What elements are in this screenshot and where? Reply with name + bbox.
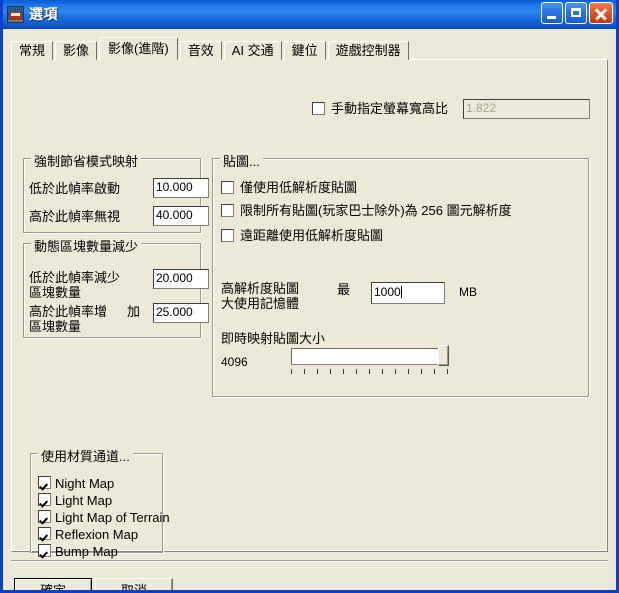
distant-low-res-textures-checkbox[interactable] bbox=[221, 229, 234, 242]
tab-general[interactable]: 常規 bbox=[11, 41, 54, 60]
hires-texture-memory-input[interactable]: 1000 bbox=[371, 282, 445, 304]
dynamic-blocks-low-label-line2: 區塊數量 bbox=[29, 285, 82, 300]
hires-texture-memory-mid-label: 最 bbox=[337, 282, 351, 297]
tab-gamepad[interactable]: 遊戲控制器 bbox=[327, 41, 409, 60]
bump-map-label: Bump Map bbox=[55, 544, 118, 559]
slider-ticks bbox=[291, 369, 449, 374]
tab-keys[interactable]: 鍵位 bbox=[283, 41, 326, 60]
cancel-button[interactable]: 取消 bbox=[95, 578, 173, 590]
aspect-ratio-input[interactable]: 1.822 bbox=[463, 99, 590, 119]
bump-map-checkbox[interactable] bbox=[38, 544, 51, 557]
hires-texture-memory-unit: MB bbox=[459, 285, 477, 299]
window-controls bbox=[541, 2, 613, 24]
tab-video-advanced[interactable]: 影像(進階) bbox=[99, 37, 178, 60]
power-saving-high-input[interactable]: 40.000 bbox=[153, 206, 209, 226]
footer-separator bbox=[11, 560, 608, 562]
dynamic-blocks-high-label-line1: 高於此幀率增 bbox=[29, 304, 108, 319]
manual-aspect-ratio-label: 手動指定螢幕寬高比 bbox=[331, 101, 449, 116]
slider-thumb[interactable] bbox=[438, 345, 449, 366]
dynamic-blocks-high-input[interactable]: 25.000 bbox=[153, 303, 209, 323]
night-map-checkbox[interactable] bbox=[38, 476, 51, 489]
window-title: 選項 bbox=[29, 6, 58, 22]
reflexion-map-label: Reflexion Map bbox=[55, 527, 139, 542]
material-channels-group-title: 使用材質通道... bbox=[38, 446, 133, 465]
power-saving-low-label: 低於此幀率啟動 bbox=[29, 181, 121, 196]
tab-video[interactable]: 影像 bbox=[55, 41, 98, 60]
manual-aspect-ratio-checkbox[interactable] bbox=[312, 102, 325, 115]
text-caret bbox=[400, 286, 402, 298]
power-saving-high-label: 高於此幀率無視 bbox=[29, 209, 121, 224]
night-map-label: Night Map bbox=[55, 476, 115, 491]
limit-textures-256-label: 限制所有貼圖(玩家巴士除外)為 256 圖元解析度 bbox=[240, 203, 512, 218]
low-res-textures-only-label: 僅使用低解析度貼圖 bbox=[240, 180, 358, 195]
maximize-button[interactable] bbox=[565, 2, 587, 24]
distant-low-res-textures-label: 遠距離使用低解析度貼圖 bbox=[240, 228, 384, 243]
bus-icon bbox=[7, 5, 24, 23]
minimize-button[interactable] bbox=[541, 2, 563, 24]
power-saving-low-input[interactable]: 10.000 bbox=[153, 178, 209, 198]
dynamic-blocks-high-mid-label: 加 bbox=[127, 304, 141, 319]
dialog-client-area: 常規 影像 影像(進階) 音效 AI 交通 鍵位 遊戲控制器 手動指定螢幕寬高比… bbox=[3, 29, 616, 590]
realtime-map-size-slider[interactable] bbox=[291, 345, 449, 375]
ok-button[interactable]: 確定 bbox=[14, 578, 92, 590]
title-bar[interactable]: 選項 bbox=[3, 0, 616, 29]
dynamic-blocks-high-label-line2: 區塊數量 bbox=[29, 319, 82, 334]
tab-audio[interactable]: 音效 bbox=[179, 41, 222, 60]
slider-track[interactable] bbox=[291, 348, 449, 365]
power-saving-group-title: 強制節省模式映射 bbox=[31, 151, 142, 170]
hires-texture-memory-label-line1: 高解析度貼圖 bbox=[221, 281, 300, 296]
light-map-checkbox[interactable] bbox=[38, 493, 51, 506]
limit-textures-256-checkbox[interactable] bbox=[221, 204, 234, 217]
hires-texture-memory-value: 1000 bbox=[374, 285, 401, 299]
hires-texture-memory-label-line2: 大使用記憶體 bbox=[221, 296, 300, 311]
light-map-of-terrain-label: Light Map of Terrain bbox=[55, 510, 170, 525]
dynamic-blocks-group-title: 動態區塊數量減少 bbox=[31, 236, 142, 255]
low-res-textures-only-checkbox[interactable] bbox=[221, 181, 234, 194]
realtime-map-size-value: 4096 bbox=[221, 355, 248, 369]
dynamic-blocks-low-label-line1: 低於此幀率減少 bbox=[29, 270, 121, 285]
realtime-map-size-label: 即時映射貼圖大小 bbox=[221, 331, 326, 346]
light-map-of-terrain-checkbox[interactable] bbox=[38, 510, 51, 523]
tab-strip: 常規 影像 影像(進階) 音效 AI 交通 鍵位 遊戲控制器 bbox=[11, 37, 411, 60]
light-map-label: Light Map bbox=[55, 493, 113, 508]
tab-ai-traffic[interactable]: AI 交通 bbox=[223, 41, 282, 60]
close-button[interactable] bbox=[589, 2, 613, 24]
options-dialog-window: 選項 常規 影像 影像(進階) 音效 AI 交通 鍵位 遊戲控制器 手動指定螢幕… bbox=[0, 0, 619, 593]
reflexion-map-checkbox[interactable] bbox=[38, 527, 51, 540]
dynamic-blocks-low-input[interactable]: 20.000 bbox=[153, 269, 209, 289]
textures-group-title: 貼圖... bbox=[220, 151, 263, 170]
